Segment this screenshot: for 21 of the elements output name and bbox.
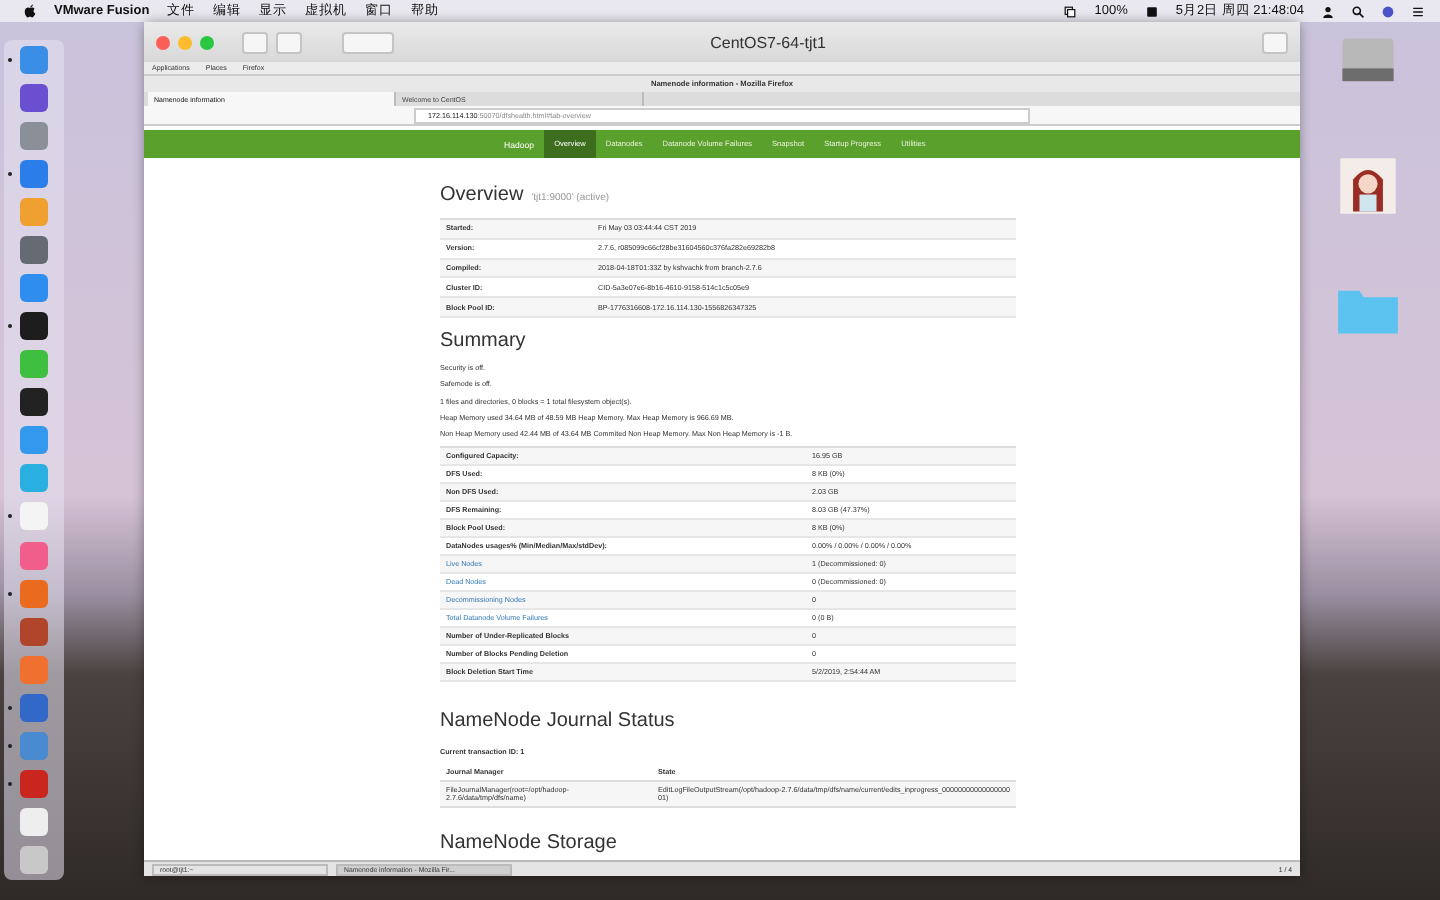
cartoon-image-icon[interactable] [1336, 156, 1400, 216]
section-heading: Summary [440, 329, 526, 352]
user-icon[interactable] [1322, 5, 1334, 17]
minimize-button[interactable] [178, 35, 192, 49]
window-title: CentOS7-64-tjt1 [708, 33, 828, 51]
section-heading: NameNode Journal Status [440, 710, 675, 733]
section-heading: NameNode Storage [440, 832, 617, 855]
window-icon[interactable] [1064, 5, 1077, 17]
fullscreen-button[interactable] [1262, 31, 1288, 53]
app-icon[interactable] [20, 312, 48, 341]
zoom-button[interactable] [200, 35, 214, 49]
siri-icon[interactable] [1382, 5, 1394, 17]
section-heading: Overview [440, 184, 524, 206]
apple-icon[interactable] [24, 4, 36, 18]
close-button[interactable] [156, 35, 170, 49]
app-icon[interactable] [20, 388, 48, 417]
sidebar-button[interactable] [242, 31, 268, 53]
search-icon[interactable] [1352, 5, 1364, 17]
menu-icon[interactable] [1412, 5, 1424, 17]
settings-button[interactable] [342, 31, 394, 53]
snapshot-button[interactable] [276, 31, 302, 53]
